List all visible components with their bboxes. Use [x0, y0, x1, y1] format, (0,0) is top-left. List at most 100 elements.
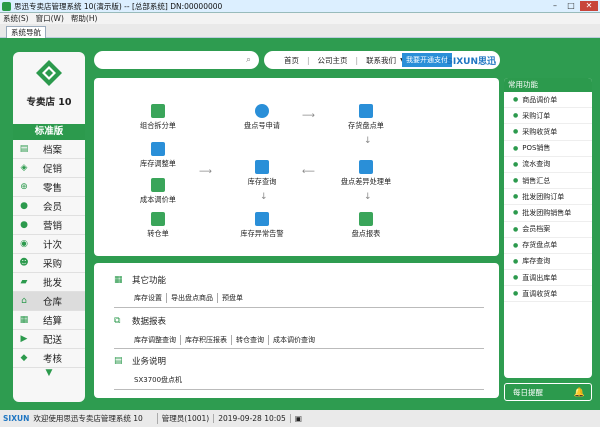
- sidebar-item-label: 计次: [43, 240, 63, 251]
- sidebar-item[interactable]: ● 营销: [13, 216, 85, 235]
- other-panel: ▦ 其它功能 库存设置 导出盘点商品 预盘单 ⧉ 数据报表 库存调整查询 库存积压报…: [94, 263, 499, 398]
- warehouse-icon: [255, 160, 269, 174]
- common-function-item[interactable]: ● 直调出库单: [504, 270, 592, 287]
- tab-system-nav[interactable]: 系统导航: [6, 26, 46, 38]
- report-link[interactable]: 库存调整查询: [130, 335, 181, 345]
- common-function-item[interactable]: ● 存货盘点单: [504, 238, 592, 254]
- flow-node[interactable]: 库存异常告警: [227, 212, 297, 239]
- common-function-label: 库存查询: [522, 257, 551, 266]
- business-header: ▤ 业务说明: [114, 356, 167, 367]
- sidebar-item[interactable]: ◉ 计次: [13, 235, 85, 254]
- status-info-icon: ▣: [289, 414, 306, 423]
- close-button[interactable]: ✕: [580, 1, 598, 11]
- contact-link[interactable]: 联系我们: [366, 55, 396, 66]
- sidebar-item[interactable]: ◆ 考核: [13, 349, 85, 368]
- common-function-label: 采购收货单: [522, 127, 558, 136]
- sidebar-item-label: 仓库: [43, 297, 63, 308]
- flow-node[interactable]: 盘点报表: [331, 212, 401, 239]
- common-function-item[interactable]: ● 流水查询: [504, 157, 592, 173]
- grid-icon: ▦: [114, 275, 123, 285]
- edition-label: 标准版: [13, 124, 85, 140]
- bullet-icon: ●: [513, 225, 519, 233]
- sidebar-item-label: 考核: [43, 354, 63, 365]
- flow-node[interactable]: 盘点号申请: [227, 104, 297, 131]
- common-function-item[interactable]: ● 采购订单: [504, 108, 592, 125]
- logo-icon: [34, 58, 64, 88]
- sidebar-item[interactable]: ▦ 结算: [13, 311, 85, 330]
- other-link[interactable]: 导出盘点商品: [167, 293, 218, 303]
- common-function-item[interactable]: ● 采购收货单: [504, 124, 592, 141]
- sidebar-item[interactable]: ⊕ 零售: [13, 178, 85, 197]
- menu-help[interactable]: 帮助(H): [71, 13, 98, 24]
- sidebar: 专卖店 10 标准版 ▤ 档案 ◈ 促销 ⊕ 零售 ● 会员 ● 营销 ◉ 计次 ☻ 采购 ▰ 批发 ⌂ 仓库 ▦ 结…: [13, 52, 85, 402]
- search-box[interactable]: ⌕: [94, 51, 259, 69]
- flow-node[interactable]: 库存查询: [227, 160, 297, 187]
- sidebar-item[interactable]: ⌂ 仓库: [13, 292, 85, 311]
- menu-window[interactable]: 窗口(W): [36, 13, 64, 24]
- common-function-item[interactable]: ● 批发团购订单: [504, 189, 592, 206]
- divider: [114, 389, 484, 390]
- home-link[interactable]: 首页: [284, 55, 299, 66]
- bullet-icon: ●: [513, 209, 519, 217]
- sidebar-item[interactable]: ▤ 档案: [13, 140, 85, 159]
- delivery-icon: ▶: [20, 334, 28, 344]
- cart-icon: ⊕: [20, 182, 28, 192]
- other-link[interactable]: 预盘单: [218, 293, 247, 303]
- common-function-item[interactable]: ● 直调收货单: [504, 286, 592, 303]
- menu-system[interactable]: 系统(S): [3, 13, 29, 24]
- divider: [114, 348, 484, 349]
- bullet-icon: ●: [513, 290, 519, 298]
- data-reports-header: ⧉ 数据报表: [114, 316, 167, 327]
- common-function-label: 存货盘点单: [522, 241, 558, 250]
- common-function-item[interactable]: ● 会员档案: [504, 222, 592, 238]
- maximize-button[interactable]: □: [564, 1, 578, 11]
- common-function-item[interactable]: ● 销售汇总: [504, 173, 592, 190]
- flow-node[interactable]: 盘点差异处理单: [331, 160, 401, 187]
- flow-node[interactable]: 成本调价单: [123, 178, 193, 205]
- report-link[interactable]: 库存积压报表: [181, 335, 232, 345]
- truck-icon: ▰: [20, 277, 28, 287]
- pay-button[interactable]: 我要开通支付: [402, 53, 452, 67]
- tab-bar: 系统导航: [0, 24, 600, 38]
- status-welcome: 欢迎使用思迅专卖店管理系统 10: [33, 414, 143, 423]
- transfer-icon: [151, 212, 165, 226]
- scroll-down-icon[interactable]: ▼: [13, 368, 85, 384]
- report-link[interactable]: 成本调价查询: [269, 335, 319, 345]
- user-icon: ●: [20, 201, 28, 211]
- common-function-item[interactable]: ● 库存查询: [504, 254, 592, 271]
- bullet-icon: ●: [513, 112, 519, 120]
- sidebar-item-label: 结算: [43, 316, 63, 327]
- common-function-label: 批发团购订单: [522, 192, 565, 201]
- minimize-button[interactable]: –: [548, 1, 562, 11]
- common-function-item[interactable]: ● 商品调价单: [504, 92, 592, 109]
- business-link[interactable]: SX3700盘点机: [130, 375, 186, 385]
- flow-node[interactable]: 库存调整单: [123, 142, 193, 169]
- arrow-icon: ↓: [364, 136, 372, 146]
- flow-node[interactable]: 组合拆分单: [123, 104, 193, 131]
- report-link[interactable]: 转仓查询: [232, 335, 269, 345]
- other-link[interactable]: 库存设置: [130, 293, 167, 303]
- bullet-icon: ●: [513, 241, 519, 249]
- arrow-icon: ⟵: [302, 167, 315, 177]
- flow-node[interactable]: 转仓单: [123, 212, 193, 239]
- common-function-label: 直调收货单: [522, 289, 558, 298]
- company-link[interactable]: 公司主页: [318, 55, 348, 66]
- sidebar-item[interactable]: ▶ 配送: [13, 330, 85, 349]
- person-icon: ☻: [19, 258, 29, 268]
- common-function-item[interactable]: ● 批发团购销售单: [504, 205, 592, 222]
- sidebar-item-label: 促销: [43, 164, 63, 175]
- search-icon[interactable]: ⌕: [246, 55, 251, 65]
- sidebar-item[interactable]: ▰ 批发: [13, 273, 85, 292]
- common-function-label: 商品调价单: [522, 95, 558, 104]
- sidebar-item[interactable]: ☻ 采购: [13, 254, 85, 273]
- common-function-item[interactable]: ● POS销售: [504, 141, 592, 157]
- daily-reminder-button[interactable]: 每日提醒 🔔: [504, 383, 592, 401]
- sidebar-item[interactable]: ● 会员: [13, 197, 85, 216]
- sidebar-item[interactable]: ◈ 促销: [13, 159, 85, 178]
- document-icon: ▤: [114, 356, 123, 366]
- sidebar-item-label: 配送: [43, 335, 63, 346]
- chart-icon: ⧉: [114, 316, 121, 326]
- bullet-icon: ●: [513, 177, 519, 185]
- sidebar-item-label: 档案: [43, 145, 63, 156]
- flow-node[interactable]: 存货盘点单: [331, 104, 401, 131]
